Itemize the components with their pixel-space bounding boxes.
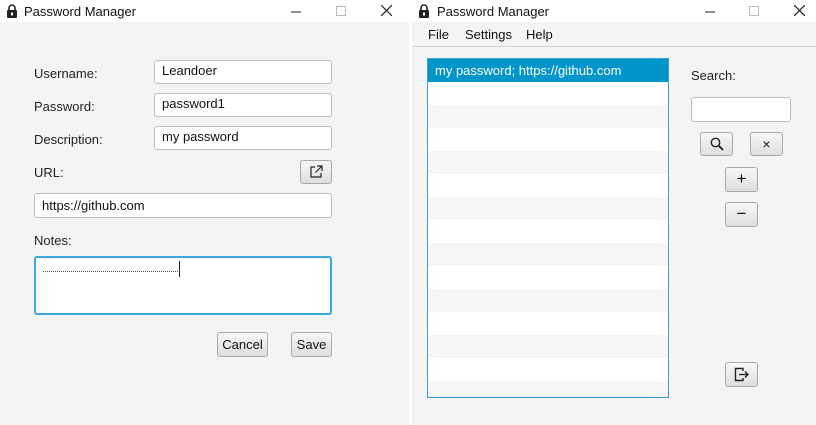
external-link-icon xyxy=(310,165,323,178)
empty-row xyxy=(428,381,668,397)
remove-entry-button[interactable]: − xyxy=(725,202,758,227)
clear-search-button[interactable]: × xyxy=(750,132,783,156)
password-field[interactable]: password1 xyxy=(154,93,332,117)
minimize-icon xyxy=(291,11,301,13)
maximize-button[interactable] xyxy=(318,0,364,22)
empty-row xyxy=(428,197,668,220)
minimize-button[interactable] xyxy=(687,0,733,22)
search-input[interactable] xyxy=(691,97,791,122)
title-bar: Password Manager xyxy=(0,0,409,22)
search-label: Search: xyxy=(691,68,736,83)
maximize-button[interactable] xyxy=(731,0,777,22)
window-title: Password Manager xyxy=(24,4,136,19)
logout-button[interactable] xyxy=(725,362,758,387)
empty-row xyxy=(428,358,668,381)
username-label: Username: xyxy=(34,66,98,81)
entry-editor-window: Password Manager Username: Leandoer Pass… xyxy=(0,0,409,425)
close-button[interactable] xyxy=(363,0,409,22)
logout-icon xyxy=(734,367,749,382)
menu-file[interactable]: File xyxy=(428,27,449,42)
empty-row xyxy=(428,174,668,197)
username-field[interactable]: Leandoer xyxy=(154,60,332,84)
minimize-button[interactable] xyxy=(273,0,319,22)
description-field[interactable]: my password xyxy=(154,126,332,150)
empty-row xyxy=(428,82,668,105)
window-title: Password Manager xyxy=(437,4,549,19)
menu-bar: File Settings Help xyxy=(412,22,816,47)
empty-row xyxy=(428,266,668,289)
empty-row xyxy=(428,289,668,312)
add-entry-button[interactable]: + xyxy=(725,167,758,192)
text-cursor xyxy=(179,261,180,277)
list-item[interactable]: my password; https://github.com xyxy=(428,59,668,82)
notes-label: Notes: xyxy=(34,233,72,248)
lock-icon xyxy=(7,4,17,18)
save-button[interactable]: Save xyxy=(291,332,332,357)
url-field[interactable]: https://github.com xyxy=(34,193,332,218)
url-label: URL: xyxy=(34,165,64,180)
menu-help[interactable]: Help xyxy=(526,27,553,42)
maximize-icon xyxy=(749,6,759,16)
description-label: Description: xyxy=(34,132,103,147)
search-icon xyxy=(710,137,724,151)
empty-row xyxy=(428,105,668,128)
empty-row xyxy=(428,220,668,243)
lock-icon xyxy=(419,4,429,18)
empty-row xyxy=(428,312,668,335)
search-button[interactable] xyxy=(700,132,733,156)
password-label: Password: xyxy=(34,99,95,114)
open-url-button[interactable] xyxy=(300,160,332,184)
empty-row xyxy=(428,335,668,358)
password-list-window: Password Manager File Settings Help my p… xyxy=(412,0,816,425)
minimize-icon xyxy=(705,11,715,13)
maximize-icon xyxy=(336,6,346,16)
notes-dotted-line xyxy=(43,271,180,272)
close-button[interactable] xyxy=(776,0,816,22)
notes-textarea[interactable] xyxy=(34,256,332,315)
menu-settings[interactable]: Settings xyxy=(465,27,512,42)
cancel-button[interactable]: Cancel xyxy=(217,332,268,357)
empty-row xyxy=(428,243,668,266)
close-icon xyxy=(793,4,805,17)
empty-row xyxy=(428,151,668,174)
close-icon xyxy=(380,4,392,17)
password-list[interactable]: my password; https://github.com xyxy=(427,58,669,398)
empty-row xyxy=(428,128,668,151)
title-bar: Password Manager xyxy=(412,0,816,22)
